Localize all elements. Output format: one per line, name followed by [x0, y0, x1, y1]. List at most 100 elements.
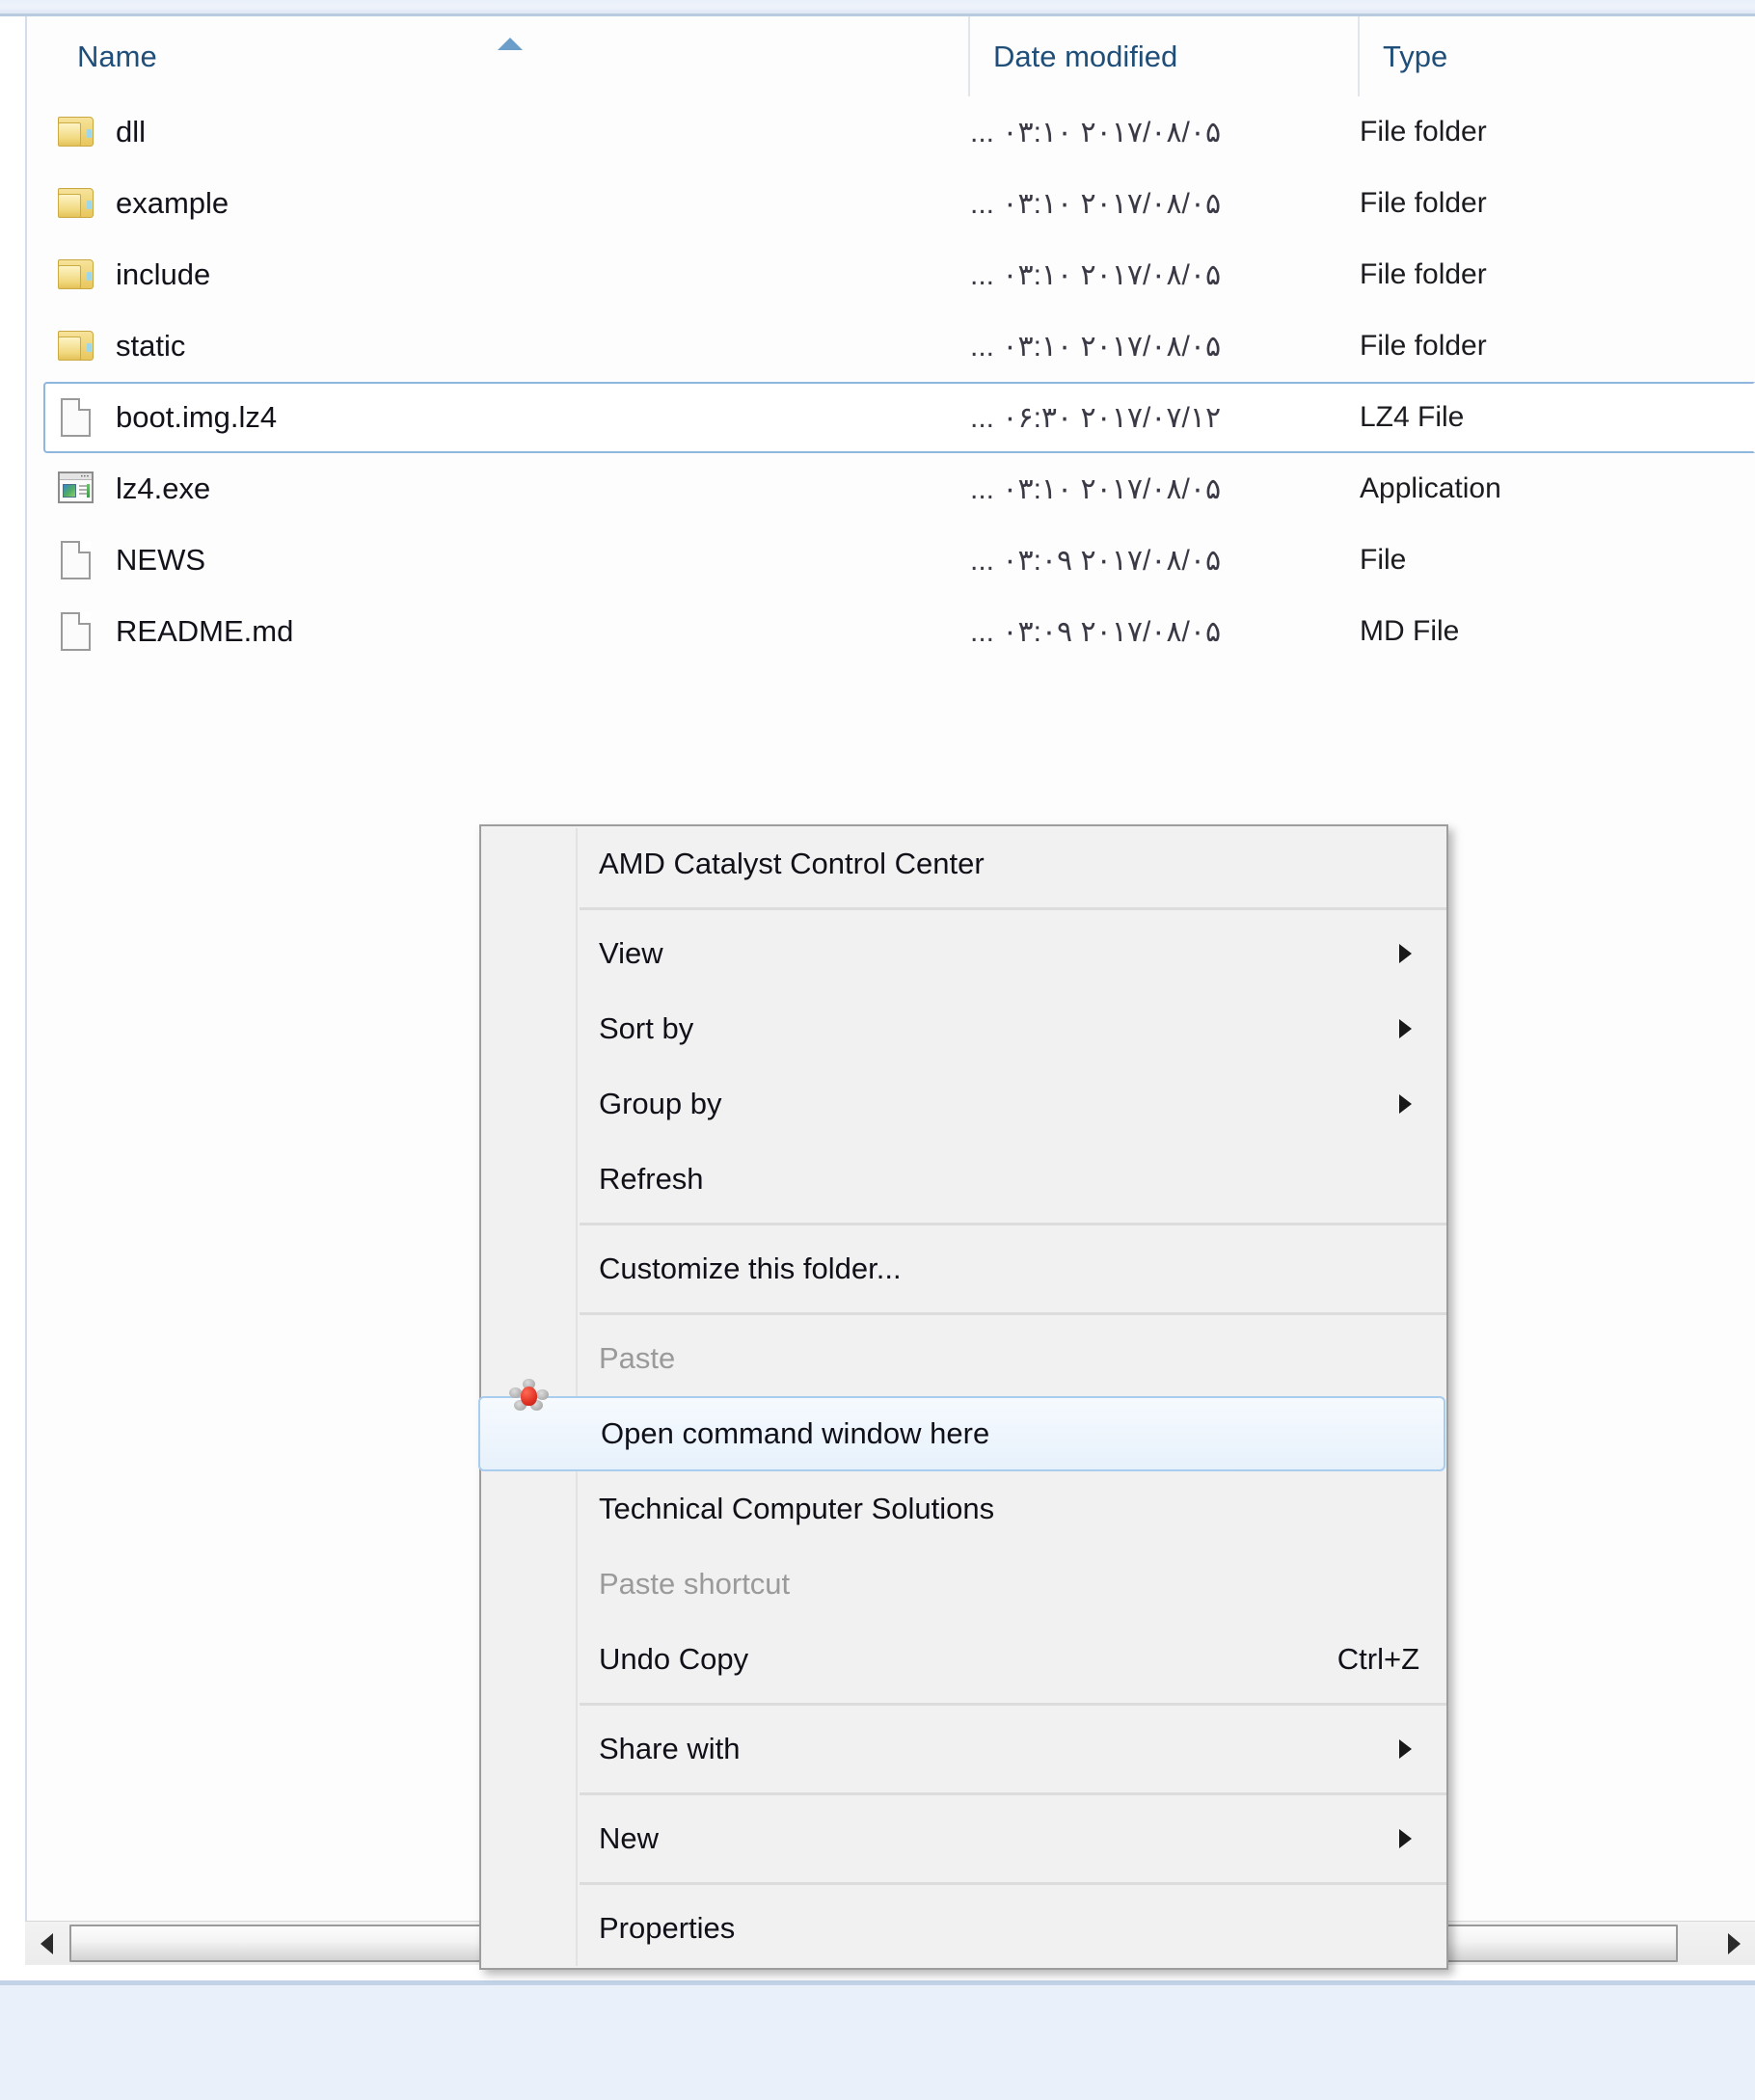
file-name-label: README.md	[116, 614, 294, 648]
file-date-modified-cell: ۲۰۱۷/۰۸/۰۵ ۰۳:۰۹ ...	[970, 544, 1222, 577]
context-menu-items: AMD Catalyst Control Center View Sort by Gr…	[478, 826, 1446, 1966]
menu-item-label: Group by	[599, 1087, 722, 1120]
table-row[interactable]: README.md ۲۰۱۷/۰۸/۰۵ ۰۳:۰۹ ... MD File	[27, 596, 1755, 667]
file-name-label: boot.img.lz4	[116, 400, 278, 434]
menu-item[interactable]: Share with	[481, 1711, 1446, 1787]
folder-icon	[56, 255, 96, 295]
menu-separator	[580, 1223, 1446, 1225]
menu-item[interactable]: Open command window here	[478, 1396, 1445, 1471]
menu-separator	[580, 1882, 1446, 1885]
file-date-modified-cell: ۲۰۱۷/۰۸/۰۵ ۰۳:۱۰ ...	[970, 472, 1222, 505]
file-name-cell: README.md	[56, 611, 962, 652]
menu-item-label: Customize this folder...	[599, 1252, 902, 1285]
file-name-cell: boot.img.lz4	[56, 397, 962, 438]
file-type-cell: MD File	[1360, 615, 1460, 647]
window-top-strip	[0, 0, 1755, 13]
file-date-modified-cell: ۲۰۱۷/۰۷/۱۲ ۰۶:۳۰ ...	[970, 401, 1222, 434]
menu-item-label: Refresh	[599, 1162, 704, 1196]
sort-ascending-icon	[498, 38, 523, 50]
column-header-name[interactable]: Name	[54, 16, 968, 96]
file-type-cell: LZ4 File	[1360, 401, 1465, 433]
file-list-rows: dll ۲۰۱۷/۰۸/۰۵ ۰۳:۱۰ ... File folder exampl…	[27, 96, 1755, 667]
chevron-right-icon	[1727, 1932, 1741, 1954]
chevron-right-icon	[1399, 1739, 1412, 1759]
document-icon	[56, 611, 96, 652]
table-row[interactable]: dll ۲۰۱۷/۰۸/۰۵ ۰۳:۱۰ ... File folder	[27, 96, 1755, 168]
file-date-modified-cell: ۲۰۱۷/۰۸/۰۵ ۰۳:۰۹ ...	[970, 615, 1222, 648]
scrollbar-left-button[interactable]	[25, 1922, 68, 1965]
file-type-cell: File folder	[1360, 330, 1487, 362]
menu-item[interactable]: View	[481, 916, 1446, 991]
file-date-modified-cell: ۲۰۱۷/۰۸/۰۵ ۰۳:۱۰ ...	[970, 187, 1222, 220]
folder-icon	[56, 326, 96, 366]
menu-item-label: Paste	[599, 1341, 676, 1375]
file-name-label: example	[116, 186, 230, 220]
menu-separator	[580, 1792, 1446, 1795]
menu-separator	[580, 907, 1446, 910]
file-type-cell: File	[1360, 544, 1407, 576]
file-name-label: static	[116, 329, 186, 363]
menu-item-label: AMD Catalyst Control Center	[599, 847, 985, 880]
menu-item[interactable]: Properties	[481, 1891, 1446, 1966]
menu-item[interactable]: Undo Copy Ctrl+Z	[481, 1622, 1446, 1697]
file-date-modified-cell: ۲۰۱۷/۰۸/۰۵ ۰۳:۱۰ ...	[970, 116, 1222, 148]
table-row[interactable]: static ۲۰۱۷/۰۸/۰۵ ۰۳:۱۰ ... File folder	[27, 310, 1755, 382]
menu-item[interactable]: Refresh	[481, 1142, 1446, 1217]
file-type-cell: File folder	[1360, 258, 1487, 290]
column-header-date-modified[interactable]: Date modified	[968, 16, 1358, 96]
menu-item-shortcut: Ctrl+Z	[1336, 1642, 1419, 1676]
chevron-right-icon	[1399, 1094, 1412, 1114]
table-row[interactable]: NEWS ۲۰۱۷/۰۸/۰۵ ۰۳:۰۹ ... File	[27, 525, 1755, 596]
table-row[interactable]: boot.img.lz4 ۲۰۱۷/۰۷/۱۲ ۰۶:۳۰ ... LZ4 File	[43, 382, 1755, 453]
chevron-right-icon	[1399, 944, 1412, 963]
column-header-name-label: Name	[77, 39, 157, 73]
file-name-cell: example	[56, 183, 962, 224]
menu-item[interactable]: Technical Computer Solutions	[481, 1471, 1446, 1547]
table-row[interactable]: ••• lz4.exe ۲۰۱۷/۰۸/۰۵ ۰۳:۱۰ ... Applicatio…	[27, 453, 1755, 525]
context-menu: AMD Catalyst Control Center View Sort by Gr…	[478, 824, 1448, 1970]
folder-icon	[56, 112, 96, 152]
file-name-label: include	[116, 257, 211, 291]
file-type-cell: Application	[1360, 472, 1501, 504]
column-header-bar: Name Date modified Type	[27, 16, 1755, 96]
menu-item: Paste	[481, 1321, 1446, 1396]
column-header-type-label: Type	[1383, 39, 1448, 73]
file-date-modified-cell: ۲۰۱۷/۰۸/۰۵ ۰۳:۱۰ ...	[970, 330, 1222, 363]
table-row[interactable]: example ۲۰۱۷/۰۸/۰۵ ۰۳:۱۰ ... File folder	[27, 168, 1755, 239]
chevron-left-icon	[40, 1932, 53, 1954]
menu-item[interactable]: AMD Catalyst Control Center	[481, 826, 1446, 902]
table-row[interactable]: include ۲۰۱۷/۰۸/۰۵ ۰۳:۱۰ ... File folder	[27, 239, 1755, 310]
column-header-type[interactable]: Type	[1358, 16, 1743, 96]
file-name-cell: NEWS	[56, 540, 962, 580]
file-type-cell: File folder	[1360, 116, 1487, 148]
amd-catalyst-icon	[508, 1377, 549, 1417]
file-name-label: NEWS	[116, 543, 205, 577]
menu-separator	[580, 1312, 1446, 1315]
menu-item[interactable]: Sort by	[481, 991, 1446, 1066]
file-name-cell: include	[56, 255, 962, 295]
menu-item-label: Sort by	[599, 1011, 694, 1045]
menu-item-label: Properties	[599, 1911, 736, 1945]
menu-item-label: New	[599, 1821, 660, 1855]
file-name-cell: static	[56, 326, 962, 366]
chevron-right-icon	[1399, 1829, 1412, 1848]
menu-item: Paste shortcut	[481, 1547, 1446, 1622]
folder-icon	[56, 183, 96, 224]
application-icon: •••	[56, 469, 96, 509]
menu-item[interactable]: Customize this folder...	[481, 1231, 1446, 1306]
file-type-cell: File folder	[1360, 187, 1487, 219]
menu-item[interactable]: Group by	[481, 1066, 1446, 1142]
file-date-modified-cell: ۲۰۱۷/۰۸/۰۵ ۰۳:۱۰ ...	[970, 258, 1222, 291]
menu-item-label: Undo Copy	[599, 1642, 749, 1676]
file-name-label: dll	[116, 115, 147, 148]
document-icon	[56, 397, 96, 438]
file-name-label: lz4.exe	[116, 471, 211, 505]
window-bottom-edge	[0, 1980, 1755, 1985]
menu-item[interactable]: New	[481, 1801, 1446, 1876]
menu-item-label: View	[599, 936, 663, 970]
menu-item-label: Paste shortcut	[599, 1567, 791, 1601]
menu-item-label: Open command window here	[601, 1416, 990, 1450]
scrollbar-right-button[interactable]	[1713, 1922, 1755, 1965]
menu-item-label: Technical Computer Solutions	[599, 1492, 995, 1525]
file-name-cell: dll	[56, 112, 962, 152]
